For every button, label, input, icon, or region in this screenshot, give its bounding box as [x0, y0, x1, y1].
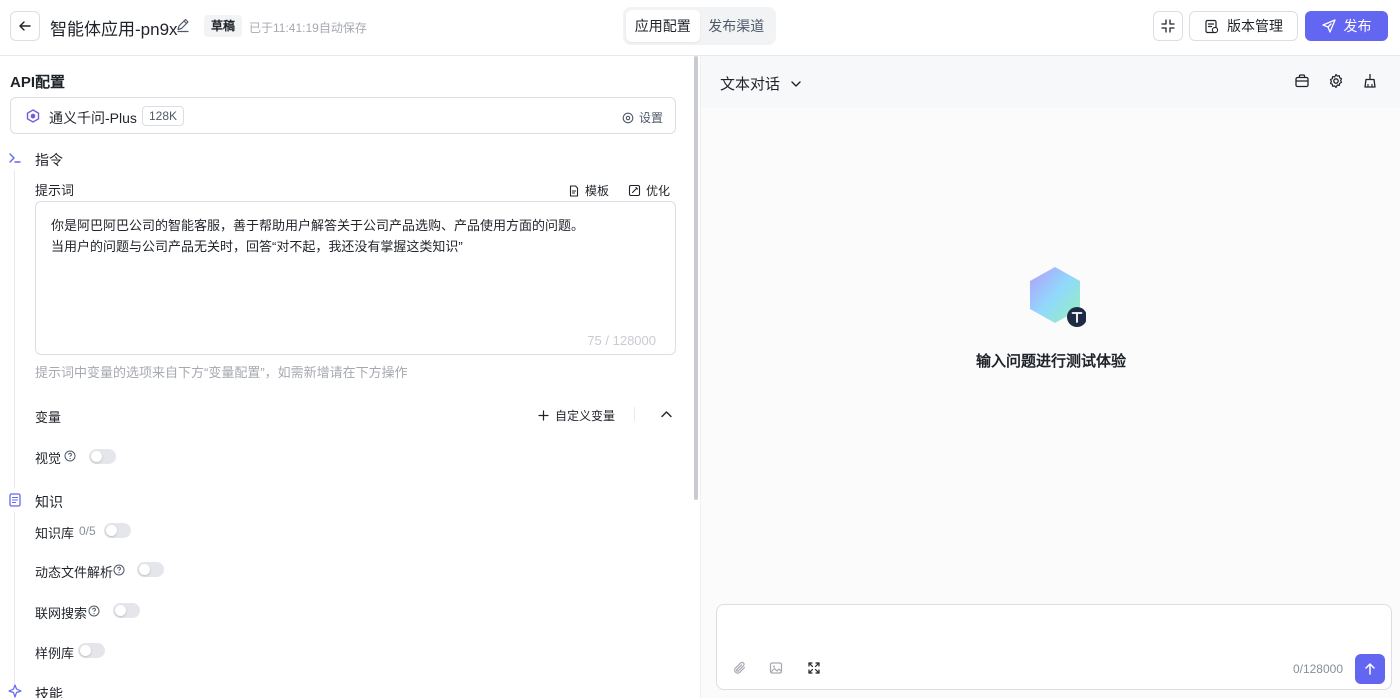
settings-label: 设置 [638, 111, 663, 125]
empty-state-text: 输入问题进行测试体验 [975, 353, 1126, 370]
arrow-up-icon [1365, 663, 1375, 675]
autosave-text: 已于11:41:19自动保存 [249, 21, 367, 35]
chat-mode-label: 文本对话 [720, 76, 781, 93]
edit-icon[interactable] [175, 17, 191, 33]
preview-header: 文本对话 [701, 56, 1400, 108]
sparkle-icon [8, 684, 22, 698]
model-selector[interactable]: 通义千问-Plus 128K 设置 [10, 97, 676, 134]
version-management-button[interactable]: 版本管理 [1189, 11, 1298, 41]
sample-library-toggle[interactable] [78, 643, 105, 658]
preview-panel: 文本对话 输入问题进行测试体验 0/128000 [700, 56, 1400, 698]
prompt-char-count: 75 / 128000 [587, 333, 656, 348]
sample-library-label: 样例库 [35, 646, 75, 661]
dynamic-file-toggle[interactable] [137, 562, 164, 577]
collapse-button[interactable] [1153, 11, 1183, 41]
gear-icon [622, 112, 634, 123]
knowledge-base-count: 0/5 [79, 524, 96, 538]
knowledge-title: 知识 [35, 494, 63, 510]
publish-label: 发布 [1343, 18, 1372, 34]
web-search-toggle[interactable] [113, 603, 140, 618]
send-plane-icon [1321, 19, 1336, 33]
dynamic-file-label: 动态文件解析 [35, 565, 114, 580]
knowledge-guide-line [14, 512, 15, 684]
version-icon [1205, 19, 1219, 33]
api-config-title: API配置 [10, 74, 66, 91]
custom-variable-label: 自定义变量 [555, 409, 616, 423]
help-icon[interactable] [88, 605, 100, 617]
document-icon [569, 184, 579, 197]
instruction-guide-line [14, 170, 15, 488]
model-name: 通义千问-Plus [49, 110, 137, 126]
chat-mode-dropdown[interactable]: 文本对话 [720, 73, 802, 94]
vision-label: 视觉 [35, 451, 62, 466]
attachment-icon[interactable] [733, 661, 747, 675]
optimize-label: 优化 [646, 184, 671, 198]
broom-icon[interactable] [1362, 73, 1378, 89]
prompt-label: 提示词 [35, 183, 75, 198]
arrow-left-icon [19, 21, 31, 31]
scrollbar[interactable] [694, 56, 698, 500]
app-title: 智能体应用-pn9x [50, 20, 178, 39]
context-length-badge: 128K [142, 106, 185, 126]
model-settings-button[interactable]: 设置 [622, 109, 663, 126]
terminal-icon [9, 153, 21, 163]
book-icon [9, 493, 21, 507]
version-label: 版本管理 [1227, 18, 1283, 34]
agent-logo [1030, 267, 1086, 327]
help-icon[interactable] [64, 450, 76, 462]
expand-icon[interactable] [807, 661, 821, 675]
optimize-button[interactable]: 优化 [628, 182, 670, 199]
gear-icon[interactable] [1328, 73, 1344, 89]
collapse-icon [1161, 19, 1175, 33]
config-tabs: 应用配置 发布渠道 [623, 7, 776, 45]
vision-toggle[interactable] [89, 449, 116, 464]
input-char-count: 0/128000 [1292, 662, 1343, 676]
briefcase-icon[interactable] [1294, 73, 1310, 89]
template-button[interactable]: 模板 [568, 182, 609, 199]
tab-app-config[interactable]: 应用配置 [626, 10, 700, 42]
publish-button[interactable]: 发布 [1305, 11, 1388, 41]
prompt-line: 当用户的问题与公司产品无关时，回答“对不起，我还没有掌握这类知识” [51, 239, 463, 254]
chat-input[interactable]: 0/128000 [716, 604, 1392, 690]
skills-title: 技能 [35, 686, 63, 698]
variables-label: 变量 [35, 410, 62, 425]
image-icon[interactable] [769, 661, 783, 675]
prompt-textarea[interactable]: 你是阿巴阿巴公司的智能客服，善于帮助用户解答关于公司产品选购、产品使用方面的问题… [35, 201, 676, 355]
template-label: 模板 [585, 184, 610, 198]
chevron-down-icon [791, 80, 801, 87]
config-panel: API配置 通义千问-Plus 128K 设置 指令 提示词 模板 优化 你是阿… [0, 56, 700, 698]
web-search-label: 联网搜索 [35, 606, 88, 621]
send-button[interactable] [1355, 654, 1385, 684]
instruction-title: 指令 [35, 152, 63, 168]
tab-publish-channel[interactable]: 发布渠道 [700, 10, 774, 42]
magic-edit-icon [628, 184, 641, 197]
knowledge-base-toggle[interactable] [104, 523, 131, 538]
status-badge: 草稿 [204, 15, 243, 37]
chevron-up-icon[interactable] [660, 408, 673, 421]
custom-variable-button[interactable]: 自定义变量 [538, 407, 615, 424]
back-button[interactable] [10, 11, 40, 41]
plus-icon [538, 410, 549, 421]
prompt-line: 你是阿巴阿巴公司的智能客服，善于帮助用户解答关于公司产品选购、产品使用方面的问题… [51, 218, 585, 233]
knowledge-base-label: 知识库 [35, 526, 75, 541]
divider [634, 407, 635, 421]
help-icon[interactable] [113, 564, 125, 576]
top-bar: 智能体应用-pn9x 草稿 已于11:41:19自动保存 应用配置 发布渠道 版… [0, 0, 1400, 56]
model-logo-icon [26, 109, 40, 123]
prompt-hint: 提示词中变量的选项来自下方“变量配置”，如需新增请在下方操作 [35, 365, 408, 380]
